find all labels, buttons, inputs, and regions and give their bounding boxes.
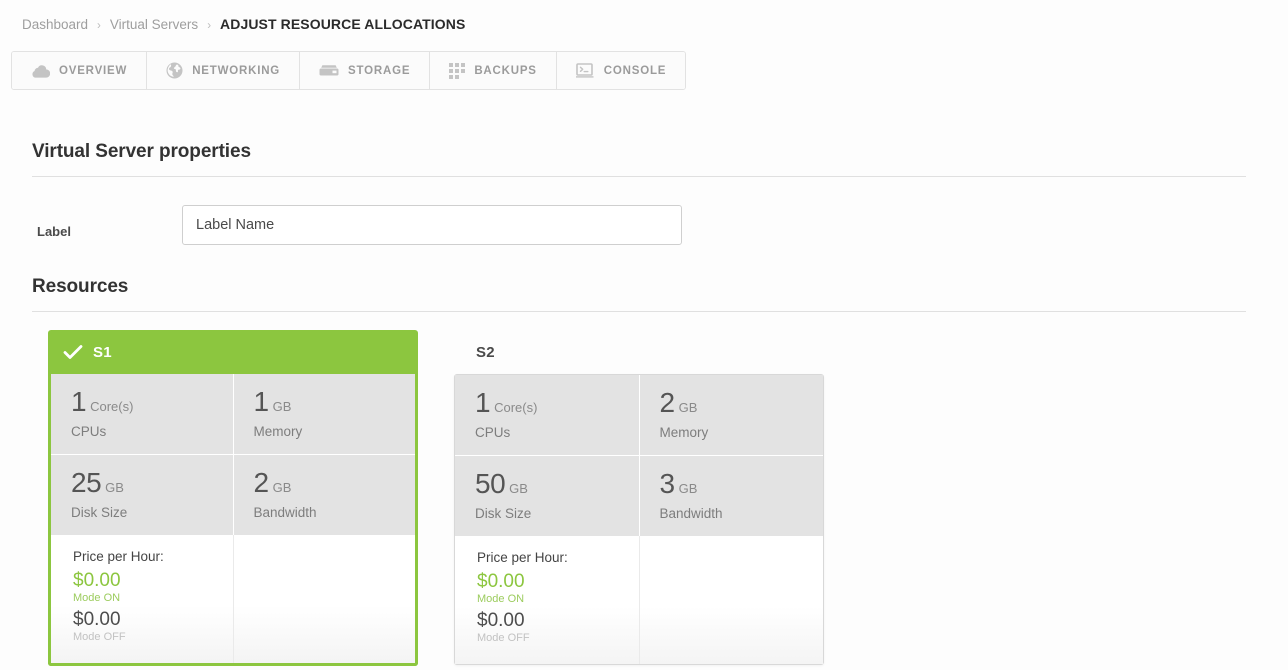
tab-backups[interactable]: BACKUPS: [430, 52, 557, 89]
breadcrumb-item-virtual-servers[interactable]: Virtual Servers: [110, 17, 198, 32]
resource-card-s1-specs: 1 Core(s) CPUs 1 GB Memory 25 GB Disk Size …: [51, 374, 415, 535]
spec-memory-caption: Memory: [659, 425, 709, 440]
spec-memory-value: 1: [253, 386, 270, 417]
page-title-virtual-server-properties: Virtual Server properties: [32, 141, 251, 162]
spec-disk-size-caption: Disk Size: [475, 506, 532, 521]
spec-cpus-caption: CPUs: [71, 424, 107, 439]
spec-cpus-value: 1: [71, 386, 87, 417]
page-root: Dashboard › Virtual Servers › ADJUST RES…: [0, 0, 1288, 670]
resource-card-s2-header[interactable]: S2: [454, 330, 824, 374]
tab-storage[interactable]: STORAGE: [300, 52, 431, 89]
resource-card-s2-specs: 1 Core(s) CPUs 2 GB Memory 50 GB Disk Size …: [455, 375, 823, 536]
price-mode-off-label: Mode OFF: [73, 630, 126, 643]
spec-disk-size: 50 GB Disk Size: [455, 456, 639, 536]
spec-disk-size-value: 25: [71, 467, 102, 498]
globe-icon: [166, 62, 183, 79]
spec-disk-size-value: 50: [475, 468, 506, 499]
price-mode-on-label: Mode ON: [73, 591, 121, 604]
tab-backups-label: BACKUPS: [474, 64, 537, 77]
resource-card-s2-pricing: Price per Hour: $0.00 Mode ON $0.00 Mode…: [455, 536, 823, 664]
breadcrumb-separator-icon: ›: [97, 20, 101, 32]
terminal-icon: [575, 63, 595, 78]
resource-card-s2[interactable]: S2 1 Core(s) CPUs 2 GB Memory 50 GB Disk Si…: [454, 330, 824, 665]
resource-card-s2-body: 1 Core(s) CPUs 2 GB Memory 50 GB Disk Size …: [454, 374, 824, 665]
spec-bandwidth-unit: GB: [272, 480, 292, 495]
price-mode-off-value: $0.00: [477, 609, 525, 631]
tab-bar: OVERVIEW NETWORKING STORAGE BACKUPS CONS…: [11, 51, 687, 90]
spec-bandwidth-value: 2: [253, 467, 270, 498]
price-block: Price per Hour: $0.00 Mode ON $0.00 Mode…: [455, 536, 639, 664]
breadcrumb-item-dashboard[interactable]: Dashboard: [22, 17, 88, 32]
label-input[interactable]: [182, 205, 682, 245]
spec-bandwidth: 3 GB Bandwidth: [639, 456, 823, 536]
resource-card-s2-name: S2: [476, 343, 495, 361]
spec-bandwidth-value: 3: [659, 468, 676, 499]
section-title-resources: Resources: [32, 276, 129, 297]
tab-networking[interactable]: NETWORKING: [147, 52, 301, 89]
spec-memory-unit: GB: [678, 400, 698, 415]
price-mode-off-value: $0.00: [73, 608, 121, 630]
server-icon: [319, 64, 339, 78]
divider-resources: [32, 311, 1246, 312]
spec-cpus-unit: Core(s): [90, 399, 134, 414]
spec-bandwidth-caption: Bandwidth: [253, 505, 317, 520]
resource-card-s1-header[interactable]: S1: [48, 330, 418, 374]
spec-cpus-value: 1: [475, 387, 491, 418]
tab-networking-label: NETWORKING: [192, 64, 281, 77]
tab-console-label: CONSOLE: [603, 64, 667, 77]
resource-card-s1-name: S1: [93, 343, 112, 361]
tab-console[interactable]: CONSOLE: [556, 52, 686, 89]
price-mode-on-value: $0.00: [73, 570, 121, 591]
spec-memory-value: 2: [659, 387, 676, 418]
resource-card-s1-body: 1 Core(s) CPUs 1 GB Memory 25 GB Disk Size …: [48, 374, 418, 666]
grid-icon: [449, 62, 466, 79]
cloud-icon: [31, 64, 50, 78]
spec-bandwidth-caption: Bandwidth: [659, 506, 723, 521]
tab-overview-label: OVERVIEW: [59, 64, 128, 77]
breadcrumb-current-page: ADJUST RESOURCE ALLOCATIONS: [220, 16, 466, 32]
spec-cpus-caption: CPUs: [475, 425, 511, 440]
spec-memory: 2 GB Memory: [639, 375, 823, 455]
spec-bandwidth: 2 GB Bandwidth: [233, 455, 415, 535]
price-block: Price per Hour: $0.00 Mode ON $0.00 Mode…: [51, 535, 233, 663]
spec-disk-size-unit: GB: [509, 481, 528, 496]
spec-memory: 1 GB Memory: [233, 374, 415, 454]
resource-card-s1[interactable]: S1 1 Core(s) CPUs 1 GB Memory 25 GB Disk Si…: [48, 330, 418, 666]
spec-cpus-unit: Core(s): [494, 400, 538, 415]
price-block-empty: [233, 535, 415, 663]
breadcrumb-separator-icon: ›: [207, 20, 212, 32]
price-per-hour-title: Price per Hour:: [73, 549, 164, 564]
price-block-empty: [639, 536, 823, 664]
spec-cpus: 1 Core(s) CPUs: [455, 375, 639, 455]
spec-memory-caption: Memory: [253, 424, 303, 439]
check-icon: [62, 341, 84, 363]
price-mode-off-label: Mode OFF: [477, 631, 530, 644]
spec-bandwidth-unit: GB: [678, 481, 698, 496]
resource-card-s1-pricing: Price per Hour: $0.00 Mode ON $0.00 Mode…: [51, 535, 415, 663]
divider-properties: [32, 176, 1246, 177]
price-mode-on-label: Mode ON: [477, 592, 525, 605]
tab-overview[interactable]: OVERVIEW: [12, 52, 148, 89]
breadcrumb: Dashboard › Virtual Servers › ADJUST RES…: [22, 16, 465, 32]
spec-disk-size: 25 GB Disk Size: [51, 455, 233, 535]
spec-memory-unit: GB: [272, 399, 292, 414]
label-field-caption: Label: [37, 224, 71, 239]
price-per-hour-title: Price per Hour:: [477, 550, 568, 565]
tab-storage-label: STORAGE: [348, 64, 411, 77]
spec-disk-size-unit: GB: [105, 480, 124, 495]
spec-cpus: 1 Core(s) CPUs: [51, 374, 233, 454]
spec-disk-size-caption: Disk Size: [71, 505, 128, 520]
price-mode-on-value: $0.00: [477, 571, 525, 592]
